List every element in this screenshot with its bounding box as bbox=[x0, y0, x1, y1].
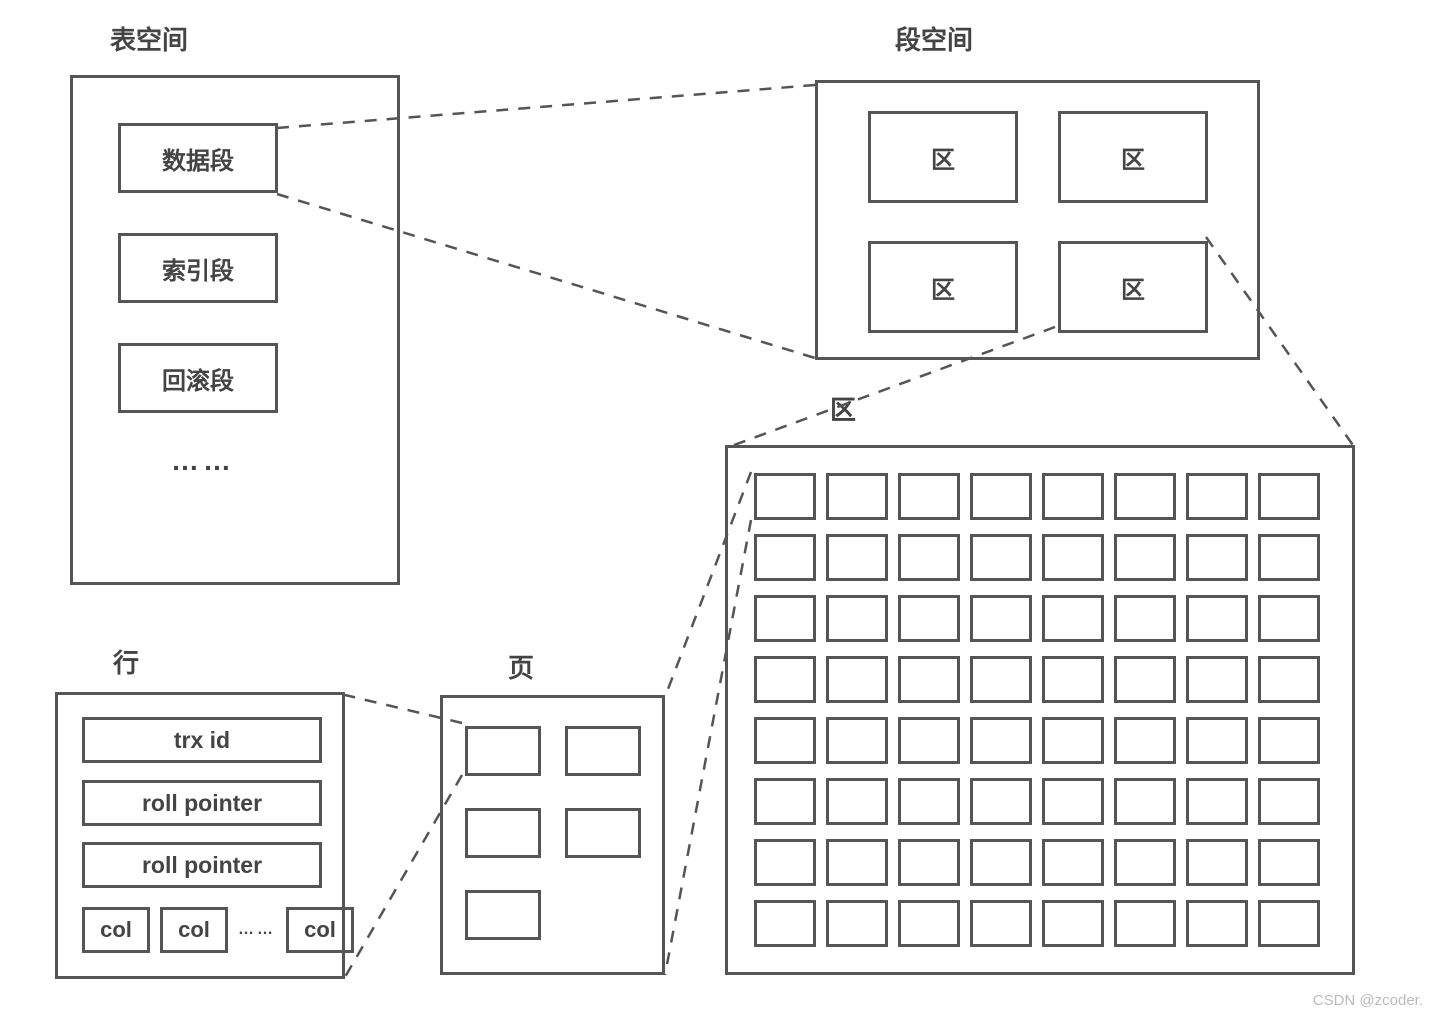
extent-page-cell bbox=[1042, 839, 1104, 886]
extent-page-cell bbox=[970, 656, 1032, 703]
extent-page-cell bbox=[826, 900, 888, 947]
page-title: 页 bbox=[508, 648, 534, 685]
extent-page-cell bbox=[1186, 900, 1248, 947]
extent-page-cell bbox=[970, 473, 1032, 520]
extent-page-cell bbox=[826, 717, 888, 764]
extent-page-cell bbox=[898, 656, 960, 703]
extent-page-cell bbox=[826, 534, 888, 581]
extent-page-cell bbox=[1258, 656, 1320, 703]
segmentspace-cell: 区 bbox=[1058, 111, 1208, 203]
extent-page-cell bbox=[1114, 839, 1176, 886]
extent-container bbox=[725, 445, 1355, 975]
row-title: 行 bbox=[113, 643, 139, 680]
extent-page-cell bbox=[754, 656, 816, 703]
extent-page-cell bbox=[1042, 900, 1104, 947]
tablespace-segment-rollback: 回滚段 bbox=[118, 343, 278, 413]
extent-page-cell bbox=[970, 595, 1032, 642]
segmentspace-container: 区 区 区 区 bbox=[815, 80, 1260, 360]
extent-page-cell bbox=[1186, 839, 1248, 886]
extent-page-cell bbox=[754, 534, 816, 581]
extent-page-cell bbox=[1258, 900, 1320, 947]
row-field-rollpointer2: roll pointer bbox=[82, 842, 322, 888]
segmentspace-title: 段空间 bbox=[895, 20, 973, 57]
extent-page-cell bbox=[1042, 534, 1104, 581]
row-cols-row: col col …… col bbox=[82, 907, 354, 953]
extent-page-cell bbox=[1186, 717, 1248, 764]
row-field-rollpointer1: roll pointer bbox=[82, 780, 322, 826]
row-field-trxid: trx id bbox=[82, 717, 322, 763]
extent-page-cell bbox=[1258, 534, 1320, 581]
extent-title: 区 bbox=[830, 390, 856, 427]
extent-page-cell bbox=[1258, 839, 1320, 886]
extent-page-cell bbox=[898, 900, 960, 947]
segmentspace-grid: 区 区 区 区 bbox=[868, 111, 1208, 333]
extent-page-cell bbox=[1258, 473, 1320, 520]
extent-page-cell bbox=[826, 656, 888, 703]
extent-page-cell bbox=[1042, 656, 1104, 703]
extent-page-cell bbox=[1186, 595, 1248, 642]
row-col: col bbox=[286, 907, 354, 953]
extent-page-cell bbox=[1186, 778, 1248, 825]
extent-page-cell bbox=[1186, 473, 1248, 520]
extent-page-cell bbox=[754, 717, 816, 764]
extent-page-cell bbox=[754, 839, 816, 886]
extent-page-cell bbox=[826, 595, 888, 642]
extent-page-cell bbox=[970, 717, 1032, 764]
extent-page-cell bbox=[898, 778, 960, 825]
extent-page-cell bbox=[1042, 717, 1104, 764]
extent-page-cell bbox=[1114, 595, 1176, 642]
extent-page-cell bbox=[754, 900, 816, 947]
extent-page-cell bbox=[898, 839, 960, 886]
extent-page-cell bbox=[1042, 473, 1104, 520]
extent-page-cell bbox=[1114, 778, 1176, 825]
extent-page-cell bbox=[970, 534, 1032, 581]
row-col-ellipsis: …… bbox=[238, 921, 276, 939]
page-cell bbox=[465, 808, 541, 858]
extent-page-cell bbox=[970, 900, 1032, 947]
row-container: trx id roll pointer roll pointer col col… bbox=[55, 692, 345, 979]
extent-page-cell bbox=[1042, 595, 1104, 642]
tablespace-ellipsis: …… bbox=[171, 445, 235, 477]
extent-page-cell bbox=[754, 473, 816, 520]
page-cell bbox=[465, 890, 541, 940]
segmentspace-cell: 区 bbox=[868, 241, 1018, 333]
extent-page-cell bbox=[1114, 656, 1176, 703]
page-cell bbox=[565, 808, 641, 858]
tablespace-segment-index: 索引段 bbox=[118, 233, 278, 303]
extent-pages-grid bbox=[754, 473, 1320, 947]
extent-page-cell bbox=[898, 595, 960, 642]
extent-page-cell bbox=[1186, 534, 1248, 581]
segmentspace-cell: 区 bbox=[1058, 241, 1208, 333]
extent-page-cell bbox=[1258, 717, 1320, 764]
extent-page-cell bbox=[898, 717, 960, 764]
extent-page-cell bbox=[826, 839, 888, 886]
extent-page-cell bbox=[898, 473, 960, 520]
watermark-text: CSDN @zcoder. bbox=[1313, 992, 1423, 1009]
extent-page-cell bbox=[826, 778, 888, 825]
page-cell bbox=[465, 726, 541, 776]
extent-page-cell bbox=[754, 778, 816, 825]
extent-page-cell bbox=[1042, 778, 1104, 825]
segmentspace-cell: 区 bbox=[868, 111, 1018, 203]
tablespace-container: 数据段 索引段 回滚段 …… bbox=[70, 75, 400, 585]
extent-page-cell bbox=[1258, 778, 1320, 825]
extent-page-cell bbox=[898, 534, 960, 581]
row-col: col bbox=[160, 907, 228, 953]
extent-page-cell bbox=[1114, 900, 1176, 947]
extent-page-cell bbox=[1258, 595, 1320, 642]
extent-page-cell bbox=[754, 595, 816, 642]
extent-page-cell bbox=[970, 839, 1032, 886]
tablespace-title: 表空间 bbox=[110, 20, 188, 57]
row-col: col bbox=[82, 907, 150, 953]
page-container bbox=[440, 695, 665, 975]
extent-page-cell bbox=[1114, 717, 1176, 764]
tablespace-segment-data: 数据段 bbox=[118, 123, 278, 193]
extent-page-cell bbox=[1114, 473, 1176, 520]
page-cell bbox=[565, 726, 641, 776]
extent-page-cell bbox=[1114, 534, 1176, 581]
extent-page-cell bbox=[1186, 656, 1248, 703]
extent-page-cell bbox=[970, 778, 1032, 825]
extent-page-cell bbox=[826, 473, 888, 520]
